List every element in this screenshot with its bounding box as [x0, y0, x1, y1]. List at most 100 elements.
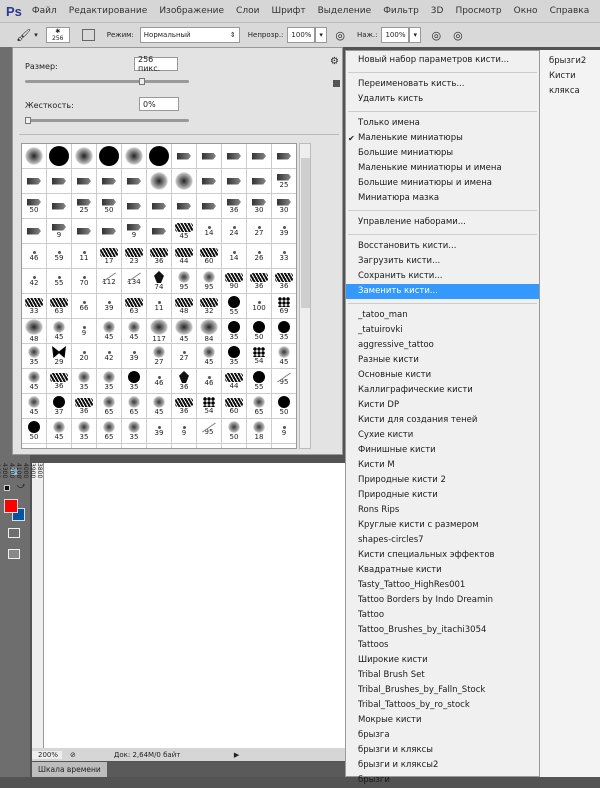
brush-preset[interactable]: [247, 144, 272, 169]
scrollbar-thumb[interactable]: [301, 158, 310, 308]
brush-preset[interactable]: [22, 144, 47, 169]
brush-preset[interactable]: 27: [247, 219, 272, 244]
menu-item[interactable]: Слои: [236, 6, 259, 16]
brush-preset[interactable]: 17: [97, 244, 122, 269]
brush-preset[interactable]: 11: [72, 244, 97, 269]
brush-preset[interactable]: [172, 444, 197, 448]
brush-preset[interactable]: 44: [222, 369, 247, 394]
context-menu-item[interactable]: Tribal Brush Set: [346, 668, 539, 683]
brush-preset[interactable]: 55: [247, 369, 272, 394]
brush-preset[interactable]: 46: [147, 369, 172, 394]
brush-preset[interactable]: 50: [272, 394, 296, 419]
context-menu-item[interactable]: ✔ Маленькие миниатюры: [346, 131, 539, 146]
context-menu-item[interactable]: Сохранить кисти...: [346, 269, 539, 284]
brush-preset[interactable]: 95: [197, 419, 222, 444]
brush-preset[interactable]: [197, 444, 222, 448]
brush-preset[interactable]: 45: [147, 394, 172, 419]
brush-preset[interactable]: [47, 194, 72, 219]
hardness-slider[interactable]: [25, 117, 189, 124]
opacity-input[interactable]: 100%: [287, 27, 316, 43]
context-menu-item[interactable]: брызги2: [549, 54, 600, 69]
brush-preset[interactable]: [97, 444, 122, 448]
context-menu-item[interactable]: Tattoo_Brushes_by_itachi3054: [346, 623, 539, 638]
context-menu-item[interactable]: Заменить кисти...: [346, 284, 539, 299]
status-info-icon[interactable]: ⊘: [70, 751, 76, 759]
brush-preset[interactable]: 14: [197, 219, 222, 244]
flow-dropdown[interactable]: ▾: [409, 27, 422, 43]
brush-preset[interactable]: [97, 219, 122, 244]
brush-preset[interactable]: 35: [97, 369, 122, 394]
brush-preset[interactable]: 9: [47, 219, 72, 244]
context-menu-item[interactable]: aggressive_tattoo: [346, 338, 539, 353]
context-menu-item[interactable]: брызги и кляксы2: [346, 758, 539, 773]
context-menu-item[interactable]: _tatoo_man: [346, 308, 539, 323]
brush-preset[interactable]: 36: [222, 194, 247, 219]
brush-preset[interactable]: [47, 444, 72, 448]
brush-preset[interactable]: [222, 444, 247, 448]
brush-preset[interactable]: 60: [197, 244, 222, 269]
opacity-dropdown[interactable]: ▾: [315, 27, 328, 43]
context-menu-item[interactable]: Природные кисти 2: [346, 473, 539, 488]
brush-preset[interactable]: 33: [22, 294, 47, 319]
context-menu-item[interactable]: Мокрые кисти: [346, 713, 539, 728]
document-canvas[interactable]: [44, 463, 345, 748]
brush-preset[interactable]: 45: [22, 394, 47, 419]
brush-preset[interactable]: [147, 444, 172, 448]
status-menu-arrow-icon[interactable]: ▶: [234, 751, 239, 759]
brush-preset[interactable]: 65: [247, 394, 272, 419]
brush-preset[interactable]: 35: [272, 319, 296, 344]
brush-preset[interactable]: 60: [222, 394, 247, 419]
brush-preset[interactable]: 45: [272, 344, 296, 369]
menu-item[interactable]: 3D: [431, 6, 444, 16]
brush-preset[interactable]: 45: [47, 419, 72, 444]
brush-preset[interactable]: 26: [247, 244, 272, 269]
brush-preset[interactable]: [147, 169, 172, 194]
brush-preset[interactable]: 27: [172, 344, 197, 369]
brush-preset[interactable]: 37: [47, 394, 72, 419]
menu-item[interactable]: Фильтр: [383, 6, 419, 16]
context-menu-item[interactable]: Природные кисти: [346, 488, 539, 503]
brush-preset[interactable]: 42: [22, 269, 47, 294]
brush-preset[interactable]: 36: [272, 269, 296, 294]
brush-preset[interactable]: [197, 144, 222, 169]
menu-item[interactable]: Окно: [514, 6, 538, 16]
brush-preset[interactable]: 25: [272, 169, 296, 194]
context-menu-item[interactable]: Круглые кисти с размером: [346, 518, 539, 533]
brush-preset[interactable]: 69: [272, 294, 296, 319]
context-menu-item[interactable]: Tattoo Borders by Indo Dreamin: [346, 593, 539, 608]
context-menu-item[interactable]: Только имена: [346, 116, 539, 131]
brush-preset[interactable]: [122, 444, 147, 448]
brush-preset[interactable]: [172, 169, 197, 194]
brush-preset[interactable]: 65: [97, 419, 122, 444]
brush-preset[interactable]: [47, 169, 72, 194]
context-menu-item[interactable]: Разные кисти: [346, 353, 539, 368]
brush-preset[interactable]: [222, 144, 247, 169]
hardness-slider-handle[interactable]: [25, 117, 31, 124]
brush-preset[interactable]: [272, 144, 296, 169]
menu-item[interactable]: Шрифт: [271, 6, 305, 16]
context-menu-item[interactable]: Восстановить кисти...: [346, 239, 539, 254]
brush-preset[interactable]: 55: [222, 294, 247, 319]
menu-item[interactable]: Редактирование: [69, 6, 148, 16]
brush-preset[interactable]: 32: [197, 294, 222, 319]
brush-preset[interactable]: 29: [47, 344, 72, 369]
menu-item[interactable]: Просмотр: [455, 6, 501, 16]
brush-preset[interactable]: 134: [122, 269, 147, 294]
menu-item[interactable]: Изображение: [159, 6, 224, 16]
context-menu-item[interactable]: Кисти DP: [346, 398, 539, 413]
flow-input[interactable]: 100%: [381, 27, 410, 43]
brush-preset[interactable]: 95: [272, 369, 296, 394]
context-menu-item[interactable]: Кисти M: [346, 458, 539, 473]
brush-preset[interactable]: 45: [172, 219, 197, 244]
context-menu-item[interactable]: Новый набор параметров кисти...: [346, 53, 539, 68]
context-menu-item[interactable]: Удалить кисть: [346, 92, 539, 107]
context-menu-item[interactable]: Tattoo: [346, 608, 539, 623]
context-menu-item[interactable]: Каллиграфические кисти: [346, 383, 539, 398]
menu-item[interactable]: Файл: [32, 6, 57, 16]
brush-preset[interactable]: 36: [147, 244, 172, 269]
brush-preset[interactable]: 9: [122, 219, 147, 244]
context-menu-item[interactable]: shapes-circles7: [346, 533, 539, 548]
brush-preset[interactable]: 36: [47, 369, 72, 394]
brush-preset[interactable]: 27: [147, 344, 172, 369]
brush-preset[interactable]: [172, 194, 197, 219]
